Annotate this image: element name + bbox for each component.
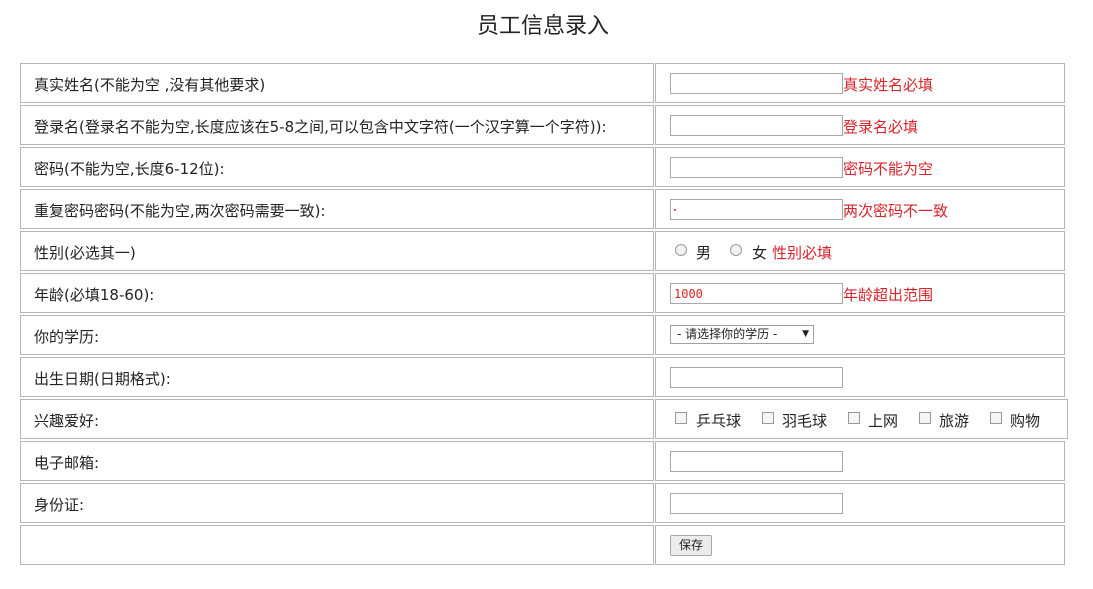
login-name-error: 登录名必填 xyxy=(843,118,919,136)
repeat-password-label: 重复密码密码(不能为空,两次密码需要一致): xyxy=(34,202,326,220)
gender-male-label[interactable]: 男 xyxy=(696,242,711,263)
hobby-badminton-label[interactable]: 羽毛球 xyxy=(782,410,827,431)
form-row-login-name: 登录名(登录名不能为空,长度应该在5-8之间,可以包含中文字符(一个汉字算一个字… xyxy=(20,105,1066,145)
form-row-birth-date: 出生日期(日期格式): xyxy=(20,357,1066,397)
repeat-password-error: 两次密码不一致 xyxy=(843,202,949,220)
id-card-label: 身份证: xyxy=(34,496,85,514)
email-input[interactable] xyxy=(670,451,843,472)
chevron-down-icon: ▼ xyxy=(802,329,809,339)
email-label: 电子邮箱: xyxy=(34,454,100,472)
form-row-repeat-password: 重复密码密码(不能为空,两次密码需要一致): 两次密码不一致 xyxy=(20,189,1066,229)
login-name-input[interactable] xyxy=(670,115,843,136)
gender-male-radio[interactable] xyxy=(675,244,687,256)
form-row-real-name: 真实姓名(不能为空 ,没有其他要求) 真实姓名必填 xyxy=(20,63,1066,103)
birth-date-input[interactable] xyxy=(670,367,843,388)
age-label: 年龄(必填18-60): xyxy=(34,286,155,304)
form-row-password: 密码(不能为空,长度6-12位): 密码不能为空 xyxy=(20,147,1066,187)
form-row-education: 你的学历: - 请选择你的学历 - ▼ xyxy=(20,315,1066,355)
form-row-email: 电子邮箱: xyxy=(20,441,1066,481)
real-name-input[interactable] xyxy=(670,73,843,94)
gender-female-label[interactable]: 女 xyxy=(752,242,767,263)
education-label: 你的学历: xyxy=(34,328,100,346)
form-row-gender: 性别(必选其一) 男 女 性别必填 xyxy=(20,231,1066,271)
form-row-hobbies: 兴趣爱好: 乒乓球 羽毛球 上网 旅游 购物 xyxy=(20,399,1068,439)
repeat-password-input[interactable] xyxy=(670,199,843,220)
age-input[interactable] xyxy=(670,283,843,304)
real-name-error: 真实姓名必填 xyxy=(843,76,934,94)
save-button[interactable]: 保存 xyxy=(670,535,712,556)
id-card-input[interactable] xyxy=(670,493,843,514)
login-name-label: 登录名(登录名不能为空,长度应该在5-8之间,可以包含中文字符(一个汉字算一个字… xyxy=(34,118,607,136)
form-row-age: 年龄(必填18-60): 年龄超出范围 xyxy=(20,273,1066,313)
hobby-badminton-checkbox[interactable] xyxy=(762,412,774,424)
password-label: 密码(不能为空,长度6-12位): xyxy=(34,160,225,178)
birth-date-label: 出生日期(日期格式): xyxy=(34,370,171,388)
hobby-internet-checkbox[interactable] xyxy=(848,412,860,424)
gender-label: 性别(必选其一) xyxy=(34,244,136,262)
password-input[interactable] xyxy=(670,157,843,178)
hobby-internet-label[interactable]: 上网 xyxy=(868,410,898,431)
form-row-submit: 保存 xyxy=(20,525,1066,565)
education-select[interactable]: - 请选择你的学历 - ▼ xyxy=(670,325,814,344)
gender-female-radio[interactable] xyxy=(730,244,742,256)
hobby-pingpong-label[interactable]: 乒乓球 xyxy=(696,410,741,431)
real-name-label: 真实姓名(不能为空 ,没有其他要求) xyxy=(34,76,266,94)
age-error: 年龄超出范围 xyxy=(843,286,934,304)
education-selected-value: - 请选择你的学历 - xyxy=(677,327,778,341)
form-row-id-card: 身份证: xyxy=(20,483,1066,523)
hobbies-label: 兴趣爱好: xyxy=(34,412,100,430)
hobby-travel-label[interactable]: 旅游 xyxy=(939,410,969,431)
hobby-shopping-checkbox[interactable] xyxy=(990,412,1002,424)
hobby-travel-checkbox[interactable] xyxy=(919,412,931,424)
hobby-pingpong-checkbox[interactable] xyxy=(675,412,687,424)
password-mask-dot xyxy=(674,209,676,211)
page-title: 员工信息录入 xyxy=(476,14,609,39)
gender-error: 性别必填 xyxy=(772,244,833,262)
password-error: 密码不能为空 xyxy=(843,160,934,178)
hobby-shopping-label[interactable]: 购物 xyxy=(1010,410,1040,431)
